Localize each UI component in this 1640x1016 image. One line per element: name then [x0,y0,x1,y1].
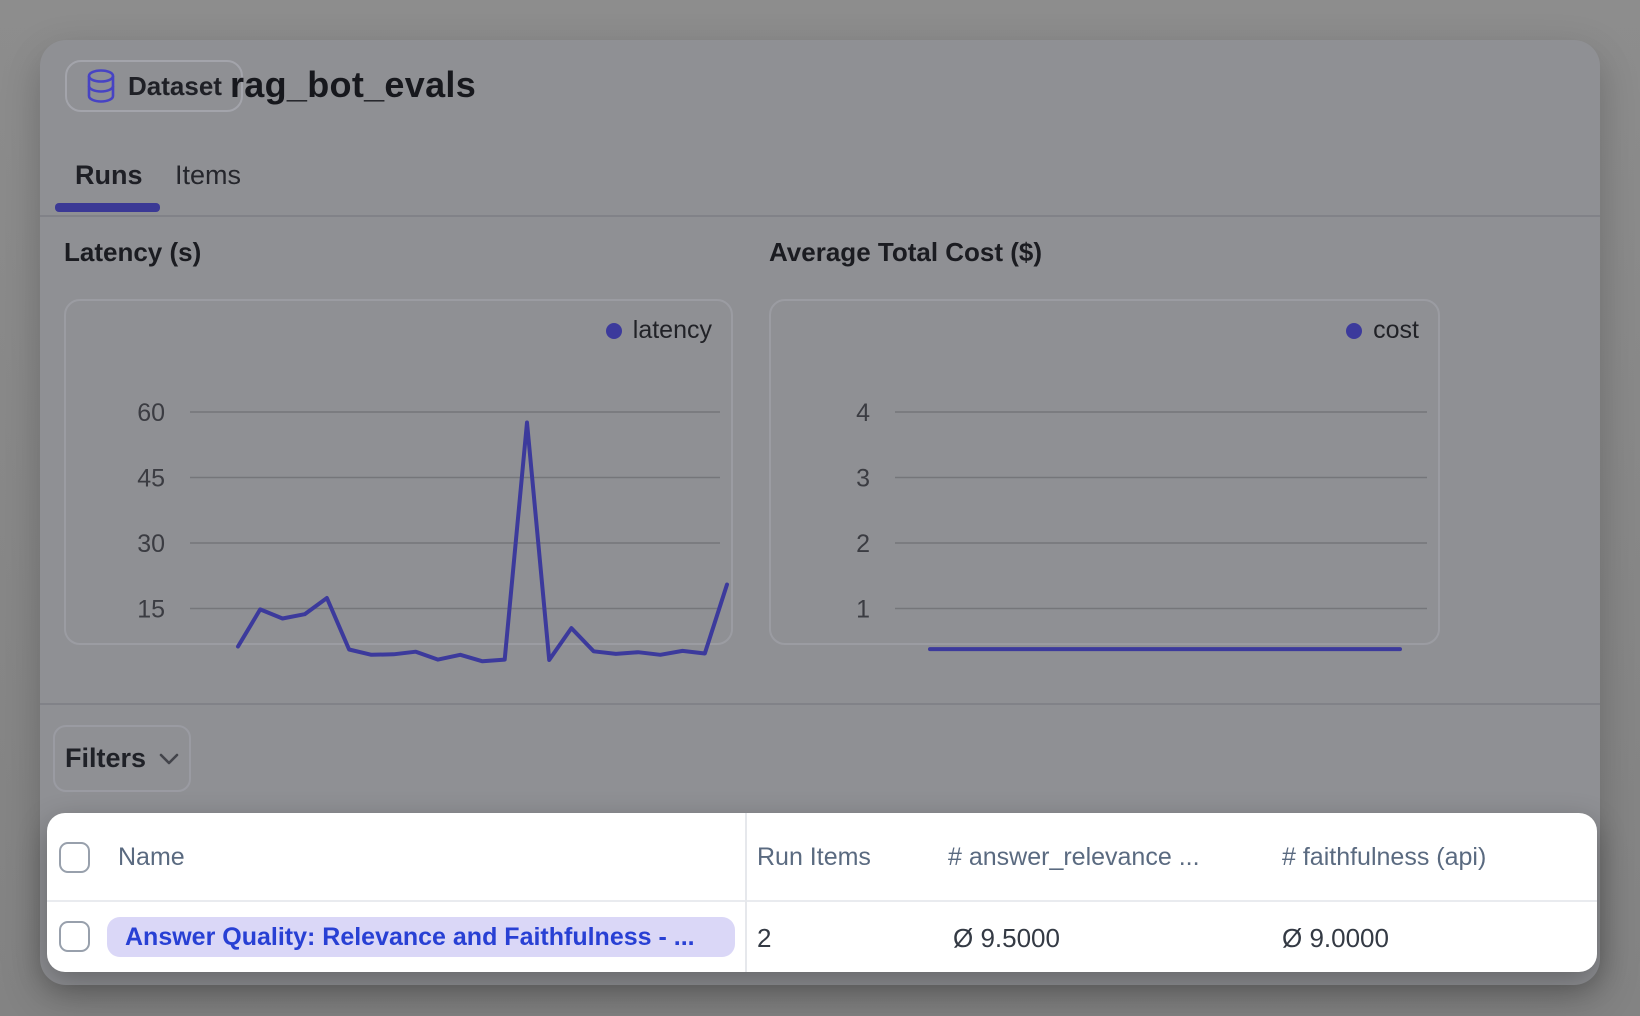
column-header-faithfulness[interactable]: # faithfulness (api) [1282,843,1486,872]
page-title: rag_bot_evals [230,64,476,106]
answer-relevance-cell: Ø 9.5000 [953,923,1060,954]
filters-button[interactable]: Filters [53,725,191,792]
run-name-label: Answer Quality: Relevance and Faithfulne… [125,923,695,952]
cost-chart-title: Average Total Cost ($) [769,237,1042,268]
column-divider [745,813,747,972]
latency-line-chart: 15 30 45 60 [66,301,735,647]
cost-line-chart: 1 2 3 4 [771,301,1442,647]
runs-table-header: Name Run Items # answer_relevance ... # … [47,813,1597,902]
chevron-down-icon [159,753,179,765]
select-all-checkbox[interactable] [59,842,90,873]
run-name-link[interactable]: Answer Quality: Relevance and Faithfulne… [107,917,735,957]
cost-legend: cost [1346,316,1419,345]
dataset-badge-label: Dataset [128,71,222,102]
runs-table: Name Run Items # answer_relevance ... # … [47,813,1597,972]
latency-legend-label: latency [633,316,712,345]
dataset-badge: Dataset [65,60,243,112]
latency-legend: latency [606,316,712,345]
row-checkbox[interactable] [59,921,90,952]
tab-items[interactable]: Items [175,160,241,191]
latency-chart-card: 15 30 45 60 latency [64,299,733,645]
filters-button-label: Filters [65,743,146,774]
svg-text:30: 30 [137,530,165,558]
filters-divider [40,703,1600,705]
column-header-answer-relevance[interactable]: # answer_relevance ... [948,843,1200,872]
latency-chart-title: Latency (s) [64,237,201,268]
tabbar-divider [40,215,1600,217]
column-header-name[interactable]: Name [118,843,185,872]
cost-legend-dot [1346,323,1362,339]
svg-text:4: 4 [856,399,870,427]
cost-chart-card: 1 2 3 4 cost [769,299,1440,645]
cost-legend-label: cost [1373,316,1419,345]
svg-text:2: 2 [856,530,870,558]
run-items-cell: 2 [757,923,771,954]
svg-text:45: 45 [137,465,165,493]
column-header-run-items[interactable]: Run Items [757,843,871,872]
svg-text:60: 60 [137,399,165,427]
svg-text:15: 15 [137,596,165,624]
screen: Dataset rag_bot_evals Runs Items Latency… [0,0,1640,1016]
svg-text:1: 1 [856,596,870,624]
dataset-panel: Dataset rag_bot_evals Runs Items Latency… [40,40,1600,985]
database-icon [86,69,116,103]
svg-text:3: 3 [856,465,870,493]
faithfulness-cell: Ø 9.0000 [1282,923,1389,954]
latency-legend-dot [606,323,622,339]
active-tab-indicator [55,203,160,212]
tab-runs[interactable]: Runs [75,160,143,191]
